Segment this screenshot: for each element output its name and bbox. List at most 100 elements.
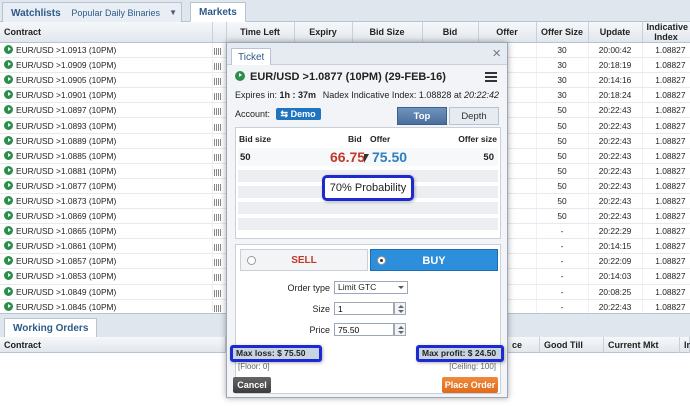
index-cell: 1.08827 (642, 208, 690, 225)
tab-depth[interactable]: Depth (449, 107, 499, 125)
chart-cell[interactable] (212, 117, 227, 134)
price-stepper[interactable] (394, 323, 406, 336)
tab-watchlists-label: Watchlists (11, 8, 61, 19)
offer-size-cell: 50 (536, 193, 589, 210)
play-icon (4, 241, 13, 251)
contract-name: EUR/USD >1.0877 (10PM) (16, 180, 117, 191)
contract-cell[interactable]: EUR/USD >1.0865 (10PM) (0, 223, 213, 240)
cancel-button[interactable]: Cancel (233, 377, 271, 393)
watchlist-selector[interactable]: Popular Daily Binaries (71, 8, 160, 18)
chart-cell[interactable] (212, 72, 227, 89)
size-input[interactable] (334, 302, 394, 315)
contract-cell[interactable]: EUR/USD >1.0861 (10PM) (0, 238, 213, 255)
column-header[interactable]: Expiry (294, 22, 353, 43)
sell-button[interactable]: SELL (240, 249, 368, 271)
contract-cell[interactable]: EUR/USD >1.0877 (10PM) (0, 178, 213, 194)
close-icon[interactable]: × (492, 45, 501, 63)
play-icon (4, 180, 13, 190)
sell-radio[interactable] (247, 256, 256, 265)
column-header[interactable]: Bid (422, 22, 479, 43)
chart-cell[interactable] (212, 208, 227, 225)
contract-name: EUR/USD >1.0849 (10PM) (16, 286, 117, 297)
column-header[interactable] (212, 22, 227, 43)
chart-cell[interactable] (212, 284, 227, 300)
contract-cell[interactable]: EUR/USD >1.0909 (10PM) (0, 57, 213, 74)
update-cell: 20:00:42 (588, 42, 643, 59)
chart-cell[interactable] (212, 193, 227, 210)
contract-cell[interactable]: EUR/USD >1.0853 (10PM) (0, 268, 213, 285)
price-input[interactable] (334, 323, 394, 336)
contract-cell[interactable]: EUR/USD >1.0913 (10PM) (0, 42, 213, 59)
contract-cell[interactable]: EUR/USD >1.0873 (10PM) (0, 193, 213, 210)
wo-header-contract[interactable]: Contract (0, 337, 226, 353)
update-cell: 20:22:43 (588, 299, 643, 315)
max-profit-callout: Max profit: $ 24.50 (416, 345, 504, 362)
chart-cell[interactable] (212, 178, 227, 194)
contract-name: EUR/USD >1.0889 (10PM) (16, 135, 117, 146)
wo-header-good-till[interactable]: Good Till (540, 337, 604, 353)
index-cell: 1.08827 (642, 268, 690, 285)
offer-size-cell: 50 (536, 133, 589, 149)
contract-cell[interactable]: EUR/USD >1.0905 (10PM) (0, 72, 213, 89)
buy-button[interactable]: BUY (370, 249, 498, 271)
tab-top[interactable]: Top (397, 107, 447, 125)
tab-watchlists[interactable]: Watchlists Popular Daily Binaries ▼ (2, 2, 182, 22)
contract-cell[interactable]: EUR/USD >1.0885 (10PM) (0, 148, 213, 164)
tab-ticket[interactable]: Ticket (231, 48, 272, 65)
contract-cell[interactable]: EUR/USD >1.0893 (10PM) (0, 117, 213, 134)
column-header[interactable]: Update (588, 22, 643, 43)
index-cell: 1.08827 (642, 299, 690, 315)
chart-cell[interactable] (212, 102, 227, 119)
offer-size-cell: 50 (536, 117, 589, 134)
play-icon (4, 286, 13, 296)
chevron-down-icon[interactable]: ▼ (169, 3, 177, 23)
column-header[interactable]: Contract (0, 22, 213, 43)
update-cell: 20:22:43 (588, 208, 643, 225)
depth-offer-price[interactable]: 75.50 (372, 149, 407, 165)
contract-cell[interactable]: EUR/USD >1.0897 (10PM) (0, 102, 213, 119)
column-header[interactable]: Bid Size (352, 22, 423, 43)
column-header[interactable]: Offer Size (536, 22, 589, 43)
place-order-button[interactable]: Place Order (442, 377, 498, 393)
contract-cell[interactable]: EUR/USD >1.0901 (10PM) (0, 87, 213, 104)
chart-cell[interactable] (212, 253, 227, 270)
wo-header-current-mkt[interactable]: Current Mkt (604, 337, 680, 353)
account-demo-badge[interactable]: ⇆ Demo (275, 108, 321, 120)
order-type-select[interactable]: Limit GTC (334, 281, 408, 294)
depth-offer-size: 50 (483, 152, 494, 163)
chart-cell[interactable] (212, 299, 227, 315)
chart-cell[interactable] (212, 238, 227, 255)
tab-working-orders[interactable]: Working Orders (4, 318, 98, 338)
chart-cell[interactable] (212, 268, 227, 285)
tab-markets[interactable]: Markets (190, 2, 246, 22)
menu-icon[interactable] (485, 72, 497, 82)
index-at: at (453, 90, 462, 100)
chart-cell[interactable] (212, 133, 227, 149)
contract-cell[interactable]: EUR/USD >1.0857 (10PM) (0, 253, 213, 270)
contract-cell[interactable]: EUR/USD >1.0881 (10PM) (0, 163, 213, 179)
chart-cell[interactable] (212, 148, 227, 164)
wo-header-price[interactable]: ce (508, 337, 540, 353)
chart-cell[interactable] (212, 163, 227, 179)
contract-cell[interactable]: EUR/USD >1.0845 (10PM) (0, 299, 213, 315)
column-header[interactable]: Indicative Index (642, 22, 690, 43)
size-stepper[interactable] (394, 302, 406, 315)
chart-cell[interactable] (212, 87, 227, 104)
column-header[interactable]: Offer (478, 22, 537, 43)
buy-radio[interactable] (377, 256, 386, 265)
contract-cell[interactable]: EUR/USD >1.0849 (10PM) (0, 284, 213, 300)
wo-header-in[interactable]: In (680, 337, 690, 353)
contract-cell[interactable]: EUR/USD >1.0889 (10PM) (0, 133, 213, 149)
signal-bars-icon (213, 274, 222, 282)
update-cell: 20:22:43 (588, 148, 643, 164)
index-cell: 1.08827 (642, 117, 690, 134)
contract-cell[interactable]: EUR/USD >1.0869 (10PM) (0, 208, 213, 225)
chart-cell[interactable] (212, 223, 227, 240)
markets-table-header: Contract Time Left Expiry Bid Size Bid Offer O… (0, 22, 690, 43)
column-header[interactable]: Time Left (226, 22, 295, 43)
chart-cell[interactable] (212, 42, 227, 59)
depth-bid-price[interactable]: 66.75 (330, 149, 365, 165)
chart-cell[interactable] (212, 57, 227, 74)
signal-bars-icon (213, 183, 222, 191)
ticket-header: Ticket × (227, 43, 507, 65)
